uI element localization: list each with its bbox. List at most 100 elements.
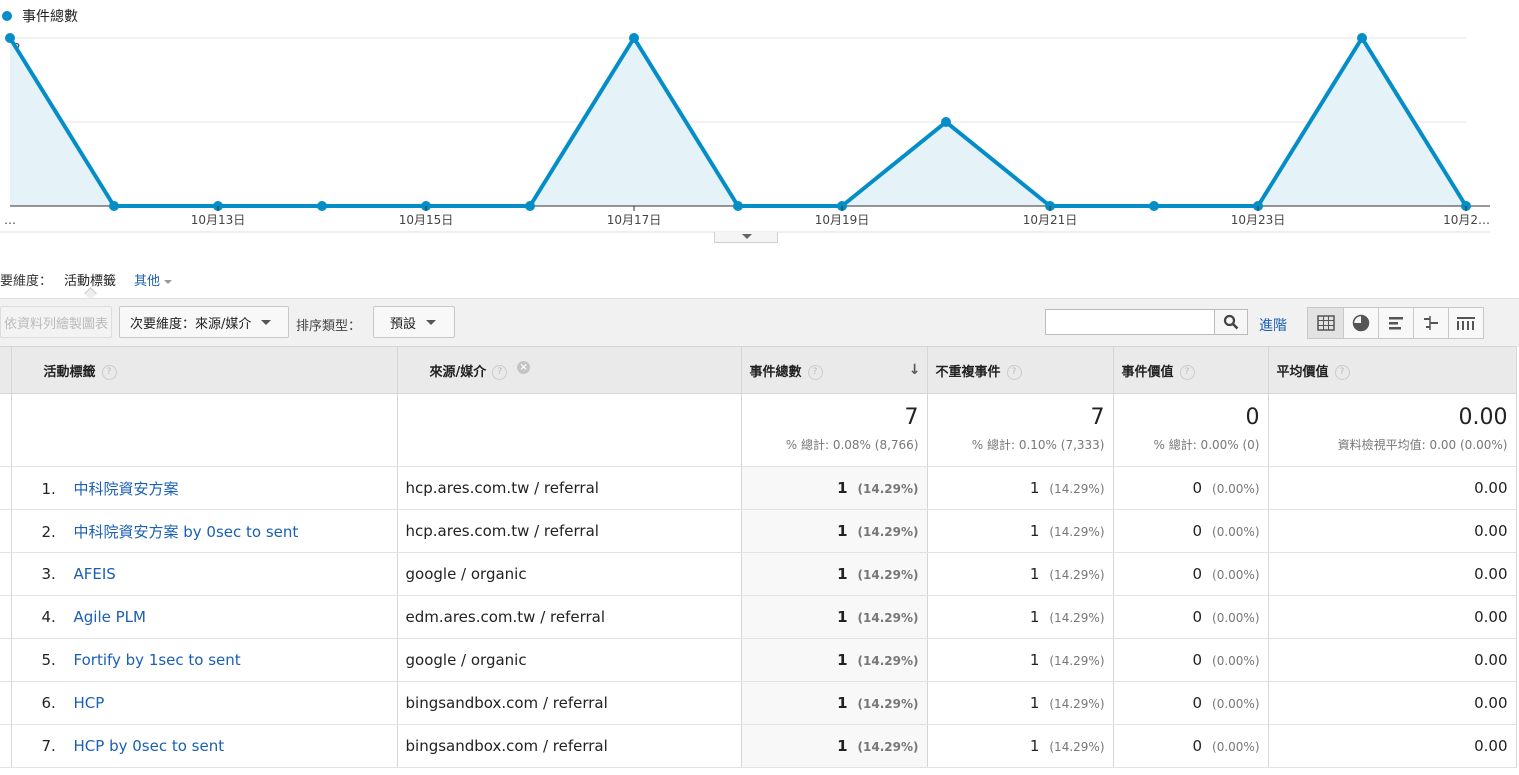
table-header-row: 活動標籤? 來源/媒介? × 事件總數? ↓ 不重複事件? 事件價值? 平均價值? bbox=[0, 346, 1517, 394]
data-point bbox=[1357, 33, 1367, 43]
totals-spacer bbox=[0, 393, 12, 467]
search-button[interactable] bbox=[1214, 309, 1248, 335]
header-event-label[interactable]: 活動標籤? bbox=[11, 346, 398, 394]
primary-dimension-bar: 要維度： 活動標籤 其他 bbox=[0, 270, 172, 289]
unique-events-pct: (14.29%) bbox=[1049, 697, 1105, 711]
event-label-link[interactable]: 中科院資安方案 by 0sec to sent bbox=[74, 523, 299, 541]
event-label-link[interactable]: HCP bbox=[74, 694, 105, 712]
sort-descending-icon: ↓ bbox=[908, 362, 921, 378]
x-tick-label: 10月17日 bbox=[607, 213, 662, 227]
dimension-other[interactable]: 其他 bbox=[134, 270, 172, 289]
unique-events-summary: 7 % 總計: 0.10% (7,333) bbox=[927, 393, 1114, 467]
comparison-icon bbox=[1424, 316, 1438, 330]
event-label-link[interactable]: Fortify by 1sec to sent bbox=[74, 651, 241, 669]
legend-dot-icon bbox=[2, 11, 12, 21]
event-value-value: 0 bbox=[1192, 565, 1203, 583]
help-icon[interactable]: ? bbox=[1179, 364, 1195, 380]
avg-value-cell: 0.00 bbox=[1268, 595, 1517, 639]
row-checkbox-cell bbox=[0, 595, 12, 639]
data-point bbox=[5, 33, 15, 43]
event-value-pct: (0.00%) bbox=[1212, 740, 1260, 754]
unique-events-cell: 1 (14.29%) bbox=[927, 509, 1114, 553]
event-value-cell: 0 (0.00%) bbox=[1113, 595, 1269, 639]
x-tick-label: 10月23日 bbox=[1231, 213, 1286, 227]
x-tick-label: 10月15日 bbox=[399, 213, 454, 227]
header-source-medium-text: 來源/媒介 bbox=[429, 364, 487, 380]
unique-events-cell: 1 (14.29%) bbox=[927, 638, 1114, 682]
event-value-pct: (0.00%) bbox=[1212, 697, 1260, 711]
unique-events-cell: 1 (14.29%) bbox=[927, 681, 1114, 725]
event-label-link[interactable]: Agile PLM bbox=[74, 608, 146, 626]
help-icon[interactable]: ? bbox=[1006, 364, 1022, 380]
performance-view-button[interactable] bbox=[1378, 308, 1413, 338]
remove-dimension-icon[interactable]: × bbox=[517, 360, 531, 374]
grid-icon bbox=[1316, 315, 1335, 331]
event-label-cell: 6. HCP bbox=[11, 681, 398, 725]
sort-type-value: 預設 bbox=[390, 316, 417, 332]
header-event-value[interactable]: 事件價值? bbox=[1113, 346, 1269, 394]
checkbox-column-header bbox=[0, 346, 12, 394]
event-value-value: 0 bbox=[1192, 737, 1203, 755]
data-point bbox=[525, 201, 535, 211]
totals-spacer bbox=[397, 393, 742, 467]
table-view-button[interactable] bbox=[1308, 308, 1343, 338]
total-value: 0 bbox=[1245, 405, 1260, 430]
unique-events-pct: (14.29%) bbox=[1049, 654, 1105, 668]
table-row: 4. Agile PLM edm.ares.com.tw / referral 1 (1… bbox=[0, 595, 1517, 639]
total-events-value: 1 bbox=[837, 737, 848, 755]
header-unique-events[interactable]: 不重複事件? bbox=[927, 346, 1114, 394]
header-total-events[interactable]: 事件總數? ↓ bbox=[741, 346, 928, 394]
source-medium-cell: google / organic bbox=[397, 638, 742, 682]
event-label-cell: 2. 中科院資安方案 by 0sec to sent bbox=[11, 509, 398, 553]
unique-events-pct: (14.29%) bbox=[1049, 568, 1105, 582]
plot-rows-button[interactable]: 依資料列繪製圖表 bbox=[0, 306, 112, 338]
chevron-down-icon bbox=[261, 319, 272, 325]
unique-events-pct: (14.29%) bbox=[1049, 740, 1105, 754]
table-row: 6. HCP bingsandbox.com / referral 1 (14.29%)… bbox=[0, 681, 1517, 725]
row-rank: 2. bbox=[41, 522, 56, 541]
avg-value-cell: 0.00 bbox=[1268, 552, 1517, 596]
pie-view-button[interactable] bbox=[1343, 308, 1378, 338]
total-value: 0.00 bbox=[1458, 405, 1508, 430]
event-value-cell: 0 (0.00%) bbox=[1113, 509, 1269, 553]
source-medium-cell: google / organic bbox=[397, 552, 742, 596]
event-label-link[interactable]: HCP by 0sec to sent bbox=[74, 737, 225, 755]
row-checkbox-cell bbox=[0, 724, 12, 768]
row-rank: 4. bbox=[41, 608, 56, 626]
total-events-value: 1 bbox=[837, 608, 848, 626]
pivot-view-button[interactable] bbox=[1448, 308, 1483, 338]
total-events-pct: (14.29%) bbox=[857, 611, 919, 625]
event-value-value: 0 bbox=[1192, 651, 1203, 669]
event-value-pct: (0.00%) bbox=[1212, 568, 1260, 582]
secondary-dimension-dropdown[interactable]: 次要維度：來源/媒介 bbox=[119, 306, 289, 338]
data-point bbox=[317, 201, 327, 211]
help-icon[interactable]: ? bbox=[1334, 364, 1350, 380]
total-events-cell: 1 (14.29%) bbox=[741, 724, 928, 768]
legend-label: 事件總數 bbox=[22, 9, 78, 25]
help-icon[interactable]: ? bbox=[807, 364, 823, 380]
row-checkbox-cell bbox=[0, 638, 12, 682]
help-icon[interactable]: ? bbox=[101, 364, 117, 380]
event-label-link[interactable]: AFEIS bbox=[74, 565, 116, 583]
comparison-view-button[interactable] bbox=[1413, 308, 1448, 338]
chart-collapse-toggle[interactable] bbox=[714, 232, 778, 243]
unique-events-value: 1 bbox=[1029, 522, 1040, 540]
sort-type-dropdown[interactable]: 預設 bbox=[373, 306, 455, 338]
header-avg-value[interactable]: 平均價值? bbox=[1268, 346, 1517, 394]
dimension-event-label[interactable]: 活動標籤 bbox=[64, 270, 116, 289]
total-events-cell: 1 (14.29%) bbox=[741, 509, 928, 553]
event-value-pct: (0.00%) bbox=[1212, 482, 1260, 496]
unique-events-pct: (14.29%) bbox=[1049, 525, 1105, 539]
unique-events-cell: 1 (14.29%) bbox=[927, 466, 1114, 510]
advanced-filter-link[interactable]: 進階 bbox=[1259, 315, 1287, 335]
help-icon[interactable]: ? bbox=[492, 364, 508, 380]
table-search-input[interactable] bbox=[1045, 309, 1215, 335]
source-medium-cell: hcp.ares.com.tw / referral bbox=[397, 466, 742, 510]
total-events-pct: (14.29%) bbox=[857, 482, 919, 496]
total-events-summary: 7 % 總計: 0.08% (8,766) bbox=[741, 393, 928, 467]
event-label-link[interactable]: 中科院資安方案 bbox=[74, 480, 179, 498]
table-row: 5. Fortify by 1sec to sent google / organi… bbox=[0, 638, 1517, 682]
header-source-medium[interactable]: 來源/媒介? × bbox=[397, 346, 742, 394]
header-event-value-text: 事件價值 bbox=[1121, 364, 1174, 380]
total-sub: 資料檢視平均值: 0.00 (0.00%) bbox=[1337, 438, 1508, 452]
